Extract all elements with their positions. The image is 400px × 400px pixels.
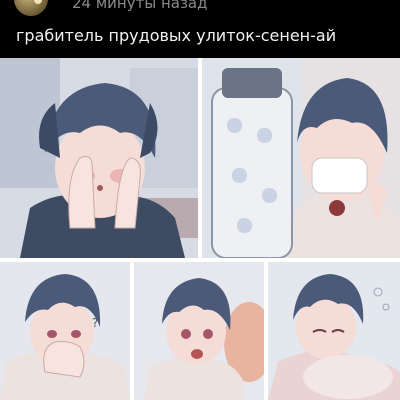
- panel-boy-covering-mouth[interactable]: ?: [0, 262, 130, 400]
- post-caption: грабитель прудовых улиток-сенен-ай: [16, 26, 337, 45]
- illustration: [202, 58, 400, 258]
- post-header: 24 минуты назад: [0, 0, 400, 18]
- illustration: ?: [0, 262, 130, 400]
- post-timestamp: 24 минуты назад: [72, 0, 208, 12]
- illustration: [0, 58, 198, 258]
- illustration: [134, 262, 264, 400]
- panel-boy-hugging-pillow[interactable]: [268, 262, 400, 400]
- illustration: [268, 262, 400, 400]
- svg-text:?: ?: [92, 316, 98, 330]
- author-avatar-icon[interactable]: [14, 0, 48, 16]
- image-collage[interactable]: ?: [0, 58, 400, 400]
- panel-two-characters-surprised[interactable]: [134, 262, 264, 400]
- panel-boy-with-masked-face-and-bottle[interactable]: [202, 58, 400, 258]
- panel-boy-covering-face[interactable]: [0, 58, 198, 258]
